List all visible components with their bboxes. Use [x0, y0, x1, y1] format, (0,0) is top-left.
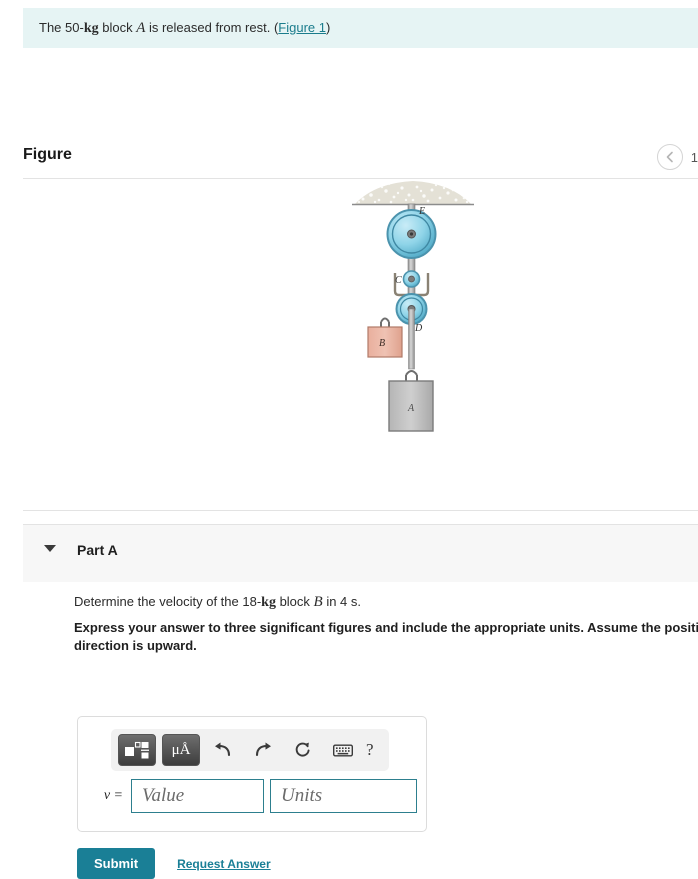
units-button-label: μÅ — [171, 741, 191, 758]
answer-value-input[interactable] — [131, 779, 264, 813]
figure-diagram-canvas: E C D B A — [23, 179, 698, 489]
figure-1-link-text: Figure 1 — [278, 20, 326, 35]
problem-mass-unit: kg — [83, 21, 99, 36]
math-template-button[interactable] — [118, 734, 156, 766]
figure-section: Figure 1 E C D B A — [23, 140, 698, 511]
problem-text-before-mass: The 50- — [39, 20, 84, 35]
answer-actions-row: Submit Request Answer — [77, 848, 271, 879]
redo-arrow-icon — [255, 742, 271, 757]
answer-entry-box: μÅ ? v = Value Units — [77, 716, 427, 832]
units-button[interactable]: μÅ — [162, 734, 200, 766]
part-a-header[interactable]: Part A — [23, 524, 698, 582]
keyboard-icon — [333, 744, 353, 756]
submit-button[interactable]: Submit — [77, 848, 156, 879]
undo-button[interactable] — [206, 742, 240, 758]
undo-arrow-icon — [215, 742, 231, 757]
question-text-after: in 4 s. — [322, 594, 361, 609]
block-a-label: A — [407, 403, 415, 414]
problem-text-close: ) — [326, 20, 331, 35]
lower-bar — [408, 308, 415, 370]
question-mass-unit: kg — [261, 595, 276, 610]
question-text-mid: block — [275, 594, 314, 609]
reset-button[interactable] — [286, 742, 320, 758]
problem-statement-text: The 50-kg block A is released from rest.… — [39, 20, 330, 37]
chevron-left-icon — [666, 151, 673, 163]
block-b-label: B — [379, 338, 385, 349]
figure-header: Figure 1 — [23, 140, 698, 179]
request-answer-link[interactable]: Request Answer — [177, 857, 271, 871]
figure-prev-button[interactable] — [656, 144, 683, 170]
question-text-before: Determine the velocity of the 18- — [74, 594, 262, 609]
figure-counter: 1 — [690, 149, 698, 165]
answer-toolbar: μÅ ? — [111, 729, 389, 771]
keyboard-button[interactable] — [326, 742, 360, 758]
problem-text-after: is released from rest. ( — [145, 20, 279, 35]
answer-instruction: Express your answer to three significant… — [74, 620, 698, 653]
problem-text-mid: block — [98, 20, 137, 35]
part-a-section: Part A Determine the velocity of the 18-… — [23, 524, 698, 879]
problem-statement-banner: The 50-kg block A is released from rest.… — [23, 8, 698, 48]
help-button[interactable]: ? — [366, 740, 374, 760]
question-body-label: B — [313, 594, 323, 610]
figure-1-link[interactable]: Figure 1 — [278, 20, 326, 35]
math-template-icon — [125, 741, 149, 759]
answer-input-row: v = — [87, 779, 417, 813]
figure-title: Figure — [23, 146, 72, 163]
figure-section-divider — [23, 510, 698, 511]
caret-down-icon[interactable] — [44, 545, 56, 552]
pulley-d-label: D — [414, 323, 423, 334]
pulley-e-label: E — [418, 206, 425, 217]
problem-body-label: A — [136, 20, 146, 36]
figure-navigation: 1 — [656, 144, 698, 170]
part-a-label: Part A — [77, 542, 118, 558]
ceiling-support — [352, 181, 474, 206]
reset-circular-arrow-icon — [295, 742, 310, 757]
question-text: Determine the velocity of the 18-kg bloc… — [74, 594, 361, 611]
redo-button[interactable] — [246, 742, 280, 758]
pulley-e — [386, 209, 437, 259]
block-a-group: A — [388, 370, 434, 432]
pulley-c-label: C — [395, 275, 402, 286]
pulley-system-diagram: E C D B A — [352, 181, 474, 432]
answer-units-input[interactable] — [270, 779, 417, 813]
answer-variable-label: v = — [103, 788, 123, 803]
